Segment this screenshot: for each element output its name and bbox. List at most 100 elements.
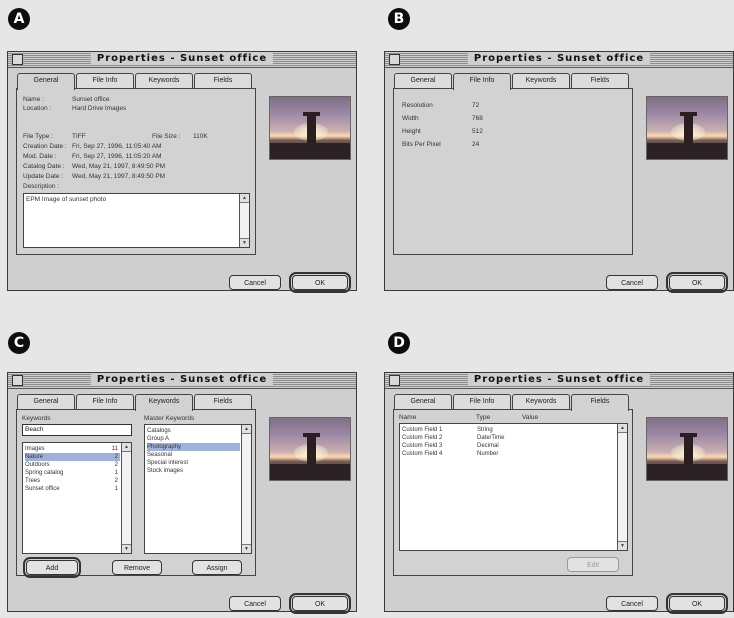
- ok-button[interactable]: OK: [666, 272, 728, 293]
- ok-button[interactable]: OK: [289, 593, 351, 614]
- tab-keywords[interactable]: Keywords: [512, 73, 570, 88]
- description-textarea[interactable]: EPM Image of sunset photo ▲ ▼: [23, 193, 250, 248]
- tab-fields[interactable]: Fields: [194, 394, 252, 409]
- tab-keywords[interactable]: Keywords: [135, 73, 193, 88]
- title-bar[interactable]: Properties - Sunset office: [8, 373, 356, 389]
- bits-per-pixel-value: 24: [472, 141, 480, 148]
- properties-window-keywords: Properties - Sunset office General File …: [7, 372, 357, 614]
- image-thumbnail: [269, 417, 351, 481]
- keyword-item[interactable]: Outdoors 2: [25, 461, 120, 469]
- close-box-icon[interactable]: [12, 54, 23, 65]
- ok-button[interactable]: OK: [289, 272, 351, 293]
- name-value: Sunset office: [72, 96, 110, 103]
- mod-date-label: Mod. Date :: [23, 153, 57, 160]
- scroll-down-arrow-icon[interactable]: ▼: [122, 544, 131, 553]
- field-type: Decimal: [477, 443, 499, 449]
- master-keyword-item[interactable]: Catalogs: [147, 427, 240, 435]
- tab-keywords[interactable]: Keywords: [512, 394, 570, 409]
- scroll-down-arrow-icon[interactable]: ▼: [242, 544, 251, 553]
- cancel-button[interactable]: Cancel: [229, 596, 281, 611]
- image-thumbnail: [646, 96, 728, 160]
- master-keyword-item[interactable]: Seasonal: [147, 451, 240, 459]
- height-label: Height: [402, 128, 421, 135]
- scrollbar[interactable]: ▲ ▼: [239, 194, 249, 247]
- width-value: 768: [472, 115, 483, 122]
- scroll-down-arrow-icon[interactable]: ▼: [240, 238, 249, 247]
- ok-button[interactable]: OK: [666, 593, 728, 614]
- field-row[interactable]: Custom Field 2 Date/Time: [402, 434, 616, 442]
- properties-window-general: Properties - Sunset office General File …: [7, 51, 357, 293]
- master-keyword-item[interactable]: Stock images: [147, 467, 240, 475]
- label-a-badge: A: [8, 8, 30, 30]
- keyword-item[interactable]: Sunset office 1: [25, 485, 120, 493]
- scroll-down-arrow-icon[interactable]: ▼: [618, 541, 627, 550]
- add-button[interactable]: Add: [23, 557, 81, 578]
- scroll-up-arrow-icon[interactable]: ▲: [240, 194, 249, 203]
- field-row[interactable]: Custom Field 1 String: [402, 426, 616, 434]
- tab-general[interactable]: General: [17, 73, 75, 90]
- edit-button[interactable]: Edit: [567, 557, 619, 572]
- scroll-up-arrow-icon[interactable]: ▲: [122, 443, 131, 452]
- cancel-button[interactable]: Cancel: [606, 596, 658, 611]
- tab-file-info[interactable]: File Info: [453, 73, 511, 90]
- width-label: Width: [402, 115, 419, 122]
- keyword-item-selected[interactable]: Nature 2: [25, 453, 120, 461]
- keyword-item[interactable]: Images 11: [25, 445, 120, 453]
- image-thumbnail: [269, 96, 351, 160]
- title-bar[interactable]: Properties - Sunset office: [8, 52, 356, 68]
- keyword-count: 11: [111, 446, 118, 452]
- field-name: Custom Field 3: [402, 443, 443, 449]
- master-keywords-list[interactable]: Catalogs Group A Photography Seasonal Sp…: [144, 424, 252, 554]
- master-keyword-item-selected[interactable]: Photography: [147, 443, 240, 451]
- master-keyword-item[interactable]: Group A: [147, 435, 240, 443]
- cancel-button[interactable]: Cancel: [229, 275, 281, 290]
- tab-file-info[interactable]: File Info: [76, 73, 134, 88]
- scroll-up-arrow-icon[interactable]: ▲: [242, 425, 251, 434]
- title-bar[interactable]: Properties - Sunset office: [385, 52, 733, 68]
- keywords-list[interactable]: Images 11 Nature 2 Outdoors 2 Spring catalo…: [22, 442, 132, 554]
- close-box-icon[interactable]: [389, 54, 400, 65]
- keywords-panel: Keywords Beach Images 11 Nature 2 Outdoors…: [16, 409, 256, 578]
- file-size-label: File Size :: [152, 133, 181, 140]
- tab-general[interactable]: General: [394, 73, 452, 88]
- image-thumbnail: [646, 417, 728, 481]
- window-title: Properties - Sunset office: [90, 374, 274, 386]
- tab-general[interactable]: General: [394, 394, 452, 409]
- keyword-item[interactable]: Spring catalog 1: [25, 469, 120, 477]
- field-row[interactable]: Custom Field 4 Number: [402, 450, 616, 458]
- tab-keywords[interactable]: Keywords: [135, 394, 193, 411]
- keyword-count: 2: [114, 454, 118, 460]
- scrollbar[interactable]: ▲ ▼: [241, 425, 251, 553]
- master-keyword-item[interactable]: Special interest: [147, 459, 240, 467]
- keyword-search-input[interactable]: Beach: [22, 424, 132, 436]
- tab-fields[interactable]: Fields: [571, 394, 629, 411]
- tab-general[interactable]: General: [17, 394, 75, 409]
- tab-fields[interactable]: Fields: [571, 73, 629, 88]
- mod-date-value: Fri, Sep 27, 1996, 11:05:20 AM: [72, 153, 162, 160]
- field-type: Date/Time: [477, 435, 505, 441]
- scrollbar[interactable]: ▲ ▼: [121, 443, 131, 553]
- window-title: Properties - Sunset office: [90, 53, 274, 65]
- file-type-label: File Type :: [23, 133, 53, 140]
- close-box-icon[interactable]: [389, 375, 400, 386]
- field-name: Custom Field 2: [402, 435, 443, 441]
- column-header-name: Name: [399, 414, 417, 421]
- update-date-label: Update Date :: [23, 173, 64, 180]
- title-bar[interactable]: Properties - Sunset office: [385, 373, 733, 389]
- scroll-up-arrow-icon[interactable]: ▲: [618, 424, 627, 433]
- close-box-icon[interactable]: [12, 375, 23, 386]
- field-type: String: [477, 427, 493, 433]
- cancel-button[interactable]: Cancel: [606, 275, 658, 290]
- tab-file-info[interactable]: File Info: [76, 394, 134, 409]
- assign-button[interactable]: Assign: [192, 560, 242, 575]
- keyword-item[interactable]: Trees 2: [25, 477, 120, 485]
- fields-list[interactable]: Custom Field 1 String Custom Field 2 Date/…: [399, 423, 628, 551]
- remove-button[interactable]: Remove: [112, 560, 162, 575]
- tab-file-info[interactable]: File Info: [453, 394, 511, 409]
- properties-window-file-info: Properties - Sunset office General File …: [384, 51, 734, 293]
- tab-fields[interactable]: Fields: [194, 73, 252, 88]
- field-row[interactable]: Custom Field 3 Decimal: [402, 442, 616, 450]
- column-header-value: Value: [522, 414, 539, 421]
- scrollbar[interactable]: ▲ ▼: [617, 424, 627, 550]
- keyword-count: 1: [114, 470, 118, 476]
